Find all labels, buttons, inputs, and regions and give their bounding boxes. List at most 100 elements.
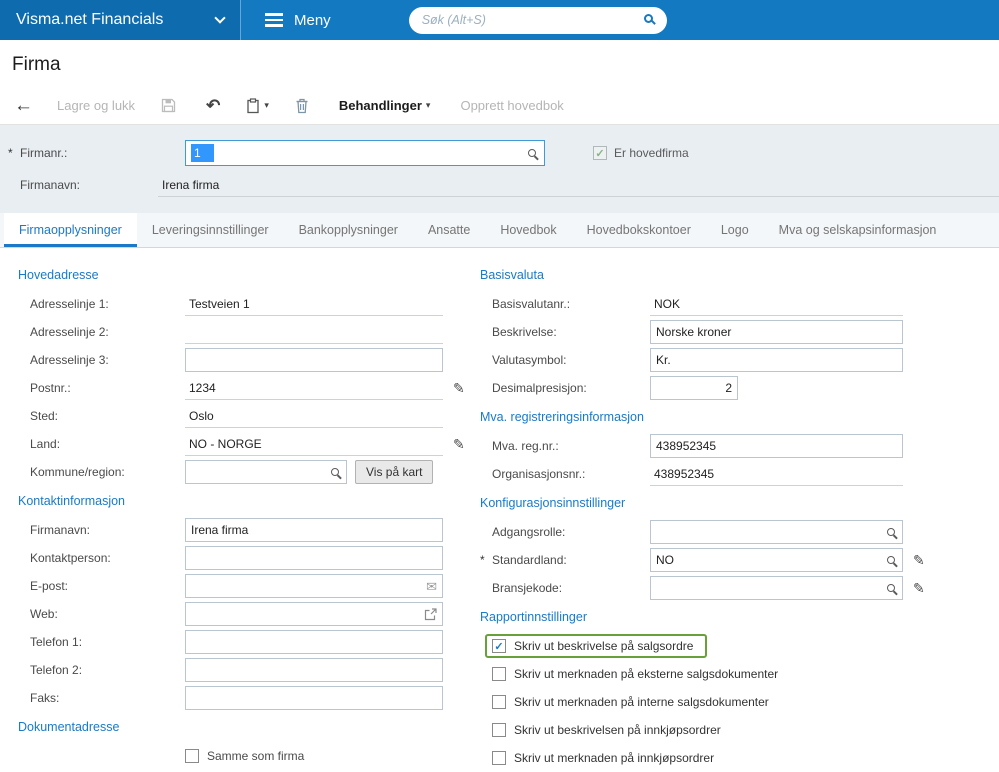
fax-input[interactable]: [185, 686, 443, 710]
web-input[interactable]: [185, 602, 443, 626]
lookup-icon[interactable]: [887, 556, 895, 564]
print-note-purchase-orders-checkbox[interactable]: [492, 751, 506, 765]
save-and-close-button[interactable]: Lagre og lukk: [57, 98, 135, 113]
postal-code-input[interactable]: [185, 376, 443, 400]
web-row: Web:: [0, 600, 470, 628]
phone1-label: Telefon 1:: [30, 635, 83, 649]
vat-reg-input[interactable]: [650, 434, 903, 458]
currency-symbol-input[interactable]: [650, 348, 903, 372]
tab-leveringsinnstillinger[interactable]: Leveringsinnstillinger: [137, 213, 284, 247]
print-description-sales-order-row: ✓ Skriv ut beskrivelse på salgsordre: [470, 632, 999, 660]
lookup-icon[interactable]: [528, 149, 536, 157]
municipality-input[interactable]: [185, 460, 347, 484]
company-no-input[interactable]: 1: [185, 140, 545, 166]
lookup-icon[interactable]: [887, 584, 895, 592]
print-description-purchase-orders-checkbox[interactable]: [492, 723, 506, 737]
main-company-checkbox[interactable]: ✓: [593, 146, 607, 160]
fax-label: Faks:: [30, 691, 60, 705]
check-icon: ✓: [595, 147, 605, 160]
section-konfigurasjonsinnstillinger: Konfigurasjonsinnstillinger: [480, 496, 626, 510]
same-as-company-label: Samme som firma: [207, 749, 305, 763]
app-title: Visma.net Financials: [16, 11, 164, 28]
lookup-icon[interactable]: [887, 528, 895, 536]
print-note-purchase-orders-row: Skriv ut merknaden på innkjøpsordrer: [470, 744, 999, 772]
contact-company-input[interactable]: [185, 518, 443, 542]
currency-id-field[interactable]: [650, 292, 903, 316]
tab-hovedbok[interactable]: Hovedbok: [485, 213, 571, 247]
envelope-icon: ✉: [426, 579, 437, 594]
address1-label: Adresselinje 1:: [30, 297, 109, 311]
phone2-input[interactable]: [185, 658, 443, 682]
tab-ansatte[interactable]: Ansatte: [413, 213, 485, 247]
app-logo[interactable]: Visma.net Financials: [0, 0, 240, 40]
back-button[interactable]: ←: [14, 95, 33, 117]
behandlinger-menu-button[interactable]: Behandlinger ▾: [339, 98, 431, 113]
trash-icon: [296, 98, 308, 113]
lookup-icon[interactable]: [331, 468, 339, 476]
default-country-input[interactable]: [650, 548, 903, 572]
save-button[interactable]: [161, 98, 176, 113]
edit-icon[interactable]: ✎: [453, 380, 465, 397]
edit-icon[interactable]: ✎: [913, 580, 925, 597]
search-input[interactable]: [408, 6, 667, 34]
postal-code-label: Postnr.:: [30, 381, 71, 395]
print-description-sales-order-checkbox[interactable]: ✓: [492, 639, 506, 653]
insert-clipboard-button[interactable]: ▾: [246, 97, 269, 114]
edit-icon[interactable]: ✎: [453, 436, 465, 453]
currency-symbol-row: Valutasymbol:: [470, 346, 999, 374]
tab-mva-og-selskapsinformasjon[interactable]: Mva og selskapsinformasjon: [764, 213, 952, 247]
print-note-external-sales-docs-checkbox[interactable]: [492, 667, 506, 681]
address2-input[interactable]: [185, 320, 443, 344]
org-number-input[interactable]: [650, 462, 903, 486]
municipality-row: Kommune/region: Vis på kart: [0, 458, 470, 486]
show-on-map-button[interactable]: Vis på kart: [355, 460, 434, 484]
tab-hovedbokskontoer[interactable]: Hovedbokskontoer: [572, 213, 706, 247]
global-search: [408, 6, 667, 34]
contact-company-label: Firmanavn:: [30, 523, 91, 537]
contact-company-row: Firmanavn:: [0, 516, 470, 544]
address1-input[interactable]: [185, 292, 443, 316]
print-note-internal-sales-docs-label: Skriv ut merknaden på interne salgsdokum…: [514, 695, 769, 709]
tab-bankopplysninger[interactable]: Bankopplysninger: [284, 213, 413, 247]
highlight-annotation: ✓ Skriv ut beskrivelse på salgsordre: [485, 634, 708, 658]
currency-description-label: Beskrivelse:: [492, 325, 557, 339]
postal-code-row: Postnr.: ✎: [0, 374, 470, 402]
decimal-precision-input[interactable]: [650, 376, 738, 400]
phone1-input[interactable]: [185, 630, 443, 654]
menu-button[interactable]: Meny: [241, 0, 355, 40]
delete-button[interactable]: [295, 98, 309, 114]
address3-row: Adresselinje 3:: [0, 346, 470, 374]
tab-logo[interactable]: Logo: [706, 213, 764, 247]
print-note-internal-sales-docs-row: Skriv ut merknaden på interne salgsdokum…: [470, 688, 999, 716]
tab-firmaopplysninger[interactable]: Firmaopplysninger: [4, 213, 137, 247]
contact-person-input[interactable]: [185, 546, 443, 570]
company-name-input[interactable]: [158, 173, 999, 197]
access-role-row: Adgangsrolle:: [470, 518, 999, 546]
default-country-label: Standardland:: [492, 553, 567, 567]
address3-input[interactable]: [185, 348, 443, 372]
address2-label: Adresselinje 2:: [30, 325, 109, 339]
industry-code-input[interactable]: [650, 576, 903, 600]
tab-content: Hovedadresse Adresselinje 1: Adresselinj…: [0, 248, 999, 772]
print-note-internal-sales-docs-checkbox[interactable]: [492, 695, 506, 709]
email-input[interactable]: [185, 574, 443, 598]
industry-code-row: Bransjekode: ✎: [470, 574, 999, 602]
country-input[interactable]: [185, 432, 443, 456]
section-dokumentadresse: Dokumentadresse: [18, 720, 120, 734]
undo-button[interactable]: ↶: [206, 96, 220, 116]
city-input[interactable]: [185, 404, 443, 428]
contact-person-label: Kontaktperson:: [30, 551, 111, 565]
address3-label: Adresselinje 3:: [30, 353, 109, 367]
search-icon[interactable]: [643, 13, 653, 23]
external-link-icon: [424, 608, 437, 623]
currency-id-row: Basisvalutanr.:: [470, 290, 999, 318]
left-column: Hovedadresse Adresselinje 1: Adresselinj…: [0, 260, 470, 772]
currency-description-input[interactable]: [650, 320, 903, 344]
access-role-input[interactable]: [650, 520, 903, 544]
print-note-purchase-orders-label: Skriv ut merknaden på innkjøpsordrer: [514, 751, 715, 765]
create-ledger-button[interactable]: Opprett hovedbok: [460, 98, 563, 113]
edit-icon[interactable]: ✎: [913, 552, 925, 569]
same-as-company-checkbox[interactable]: [185, 749, 199, 763]
email-row: E-post: ✉: [0, 572, 470, 600]
section-mva-registrering: Mva. registreringsinformasjon: [480, 410, 644, 424]
